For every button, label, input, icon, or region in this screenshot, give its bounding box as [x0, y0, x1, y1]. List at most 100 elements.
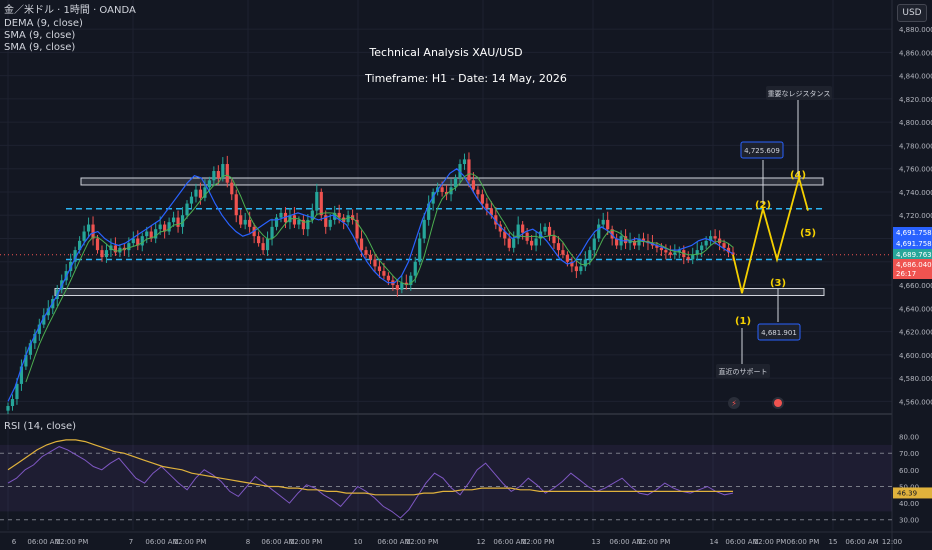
time-tick-label: 12:00 PM: [754, 538, 787, 546]
candle-body: [597, 224, 601, 239]
candle-body: [673, 252, 677, 255]
candle-body: [127, 243, 131, 251]
time-tick-label: 06:00 PM: [787, 538, 820, 546]
day-tick-label: 10: [354, 538, 363, 546]
candle-body: [234, 194, 238, 216]
indicator-legend-sma-1[interactable]: SMA (9, close): [4, 30, 75, 42]
price-tick-label: 4,820.000: [899, 96, 932, 104]
candle-body: [700, 245, 704, 251]
chart-title: Technical Analysis XAU/USD: [368, 46, 522, 59]
indicator-legend-dema[interactable]: DEMA (9, close): [4, 18, 83, 30]
time-tick-label: 12:00 PM: [638, 538, 671, 546]
price-tick-label: 4,600.000: [899, 352, 932, 360]
day-tick-label: 8: [246, 538, 250, 546]
candle-body: [171, 217, 176, 223]
price-badge-text-1: 4,691.758: [896, 240, 932, 248]
target-low-label: 4,681.901: [761, 329, 797, 337]
candle-body: [319, 191, 323, 216]
candle-body: [292, 215, 297, 225]
candle-body: [395, 285, 399, 290]
currency-button[interactable]: USD: [897, 4, 927, 22]
candle-body: [592, 238, 596, 251]
candle-body: [176, 217, 180, 227]
candle-body: [418, 238, 422, 262]
candle-body: [248, 219, 252, 227]
candle-body: [274, 217, 279, 227]
candle-body: [297, 219, 301, 225]
day-tick-label: 12: [477, 538, 486, 546]
rsi-tick-label: 30.00: [899, 517, 919, 525]
candle-body: [606, 219, 610, 230]
price-badge-text-2: 4,689.763: [896, 251, 932, 259]
candle-body: [668, 252, 672, 255]
candle-body: [722, 243, 726, 248]
support-zone: [54, 288, 825, 296]
candle-body: [556, 243, 561, 251]
candle-body: [243, 219, 247, 225]
price-tick-label: 4,860.000: [899, 49, 932, 57]
candle-body: [485, 203, 489, 209]
day-tick-label: 6: [12, 538, 17, 546]
candle-body: [691, 254, 695, 260]
candle-body: [100, 250, 104, 258]
candle-body: [104, 250, 109, 258]
price-tick-label: 4,800.000: [899, 119, 932, 127]
lightning-icon-glyph: ⚡: [731, 399, 737, 408]
time-tick-label: 12:00: [882, 538, 902, 546]
candle-body: [512, 238, 516, 248]
candle-body: [664, 250, 668, 253]
candle-body: [95, 238, 100, 251]
candle-body: [467, 159, 471, 181]
candle-body: [588, 250, 592, 260]
candle-body: [704, 240, 708, 246]
price-tick-label: 4,760.000: [899, 166, 932, 174]
candle-body: [91, 224, 95, 239]
chart-stage: 4,560.000 4,580.000 4,600.000 4,620.000 4,64…: [0, 0, 932, 550]
candle-body: [82, 231, 86, 241]
price-tick-label: 4,740.000: [899, 189, 932, 197]
rsi-legend[interactable]: RSI (14, close): [4, 421, 76, 433]
rsi-tick-label: 70.00: [899, 450, 919, 458]
candle-body: [422, 219, 426, 239]
time-tick-label: 12:00 PM: [406, 538, 439, 546]
price-tick-label: 4,560.000: [899, 398, 932, 406]
candle-body: [521, 224, 525, 233]
candle-body: [552, 236, 556, 244]
day-tick-label: 13: [592, 538, 601, 546]
candle-body: [368, 254, 373, 260]
time-tick-label: 12:00 PM: [290, 538, 323, 546]
support-label: 直近のサポート: [719, 367, 768, 376]
candle-body: [145, 231, 149, 237]
symbol-legend[interactable]: 金／米ドル · 1時間 · OANDA: [4, 5, 136, 17]
rsi-tick-label: 80.00: [899, 434, 919, 442]
candle-body: [140, 236, 144, 246]
candle-body: [230, 182, 234, 195]
candle-body: [359, 238, 364, 251]
candle-body: [207, 180, 211, 188]
rsi-tick-label: 60.00: [899, 467, 919, 475]
candle-body: [471, 180, 476, 190]
resistance-label: 重要なレジスタンス: [768, 89, 831, 98]
candle-body: [185, 203, 189, 216]
chart-subtitle: Timeframe: H1 - Date: 14 May, 2026: [364, 72, 567, 85]
rsi-current-value: 46.39: [897, 489, 917, 497]
candle-body: [265, 238, 270, 251]
candle-body: [400, 282, 404, 290]
candle-body: [413, 261, 417, 276]
candle-body: [534, 238, 538, 246]
candle-body: [315, 191, 319, 211]
time-tick-label: 12:00 PM: [56, 538, 89, 546]
wave-label-3: (3): [770, 278, 786, 289]
candle-body: [713, 236, 717, 239]
candle-body: [328, 219, 332, 227]
candle-body: [239, 215, 243, 225]
candle-body: [382, 271, 386, 276]
indicator-legend-sma-2[interactable]: SMA (9, close): [4, 42, 75, 54]
price-tick-label: 4,620.000: [899, 329, 932, 337]
time-tick-label: 12:00 PM: [174, 538, 207, 546]
chart-canvas[interactable]: 4,560.000 4,580.000 4,600.000 4,620.000 4,64…: [0, 0, 932, 550]
us-flag-icon-inner: [774, 399, 782, 407]
candle-body: [86, 224, 91, 232]
price-badge-text-0: 4,691.758: [896, 229, 932, 237]
candle-body: [198, 189, 203, 198]
